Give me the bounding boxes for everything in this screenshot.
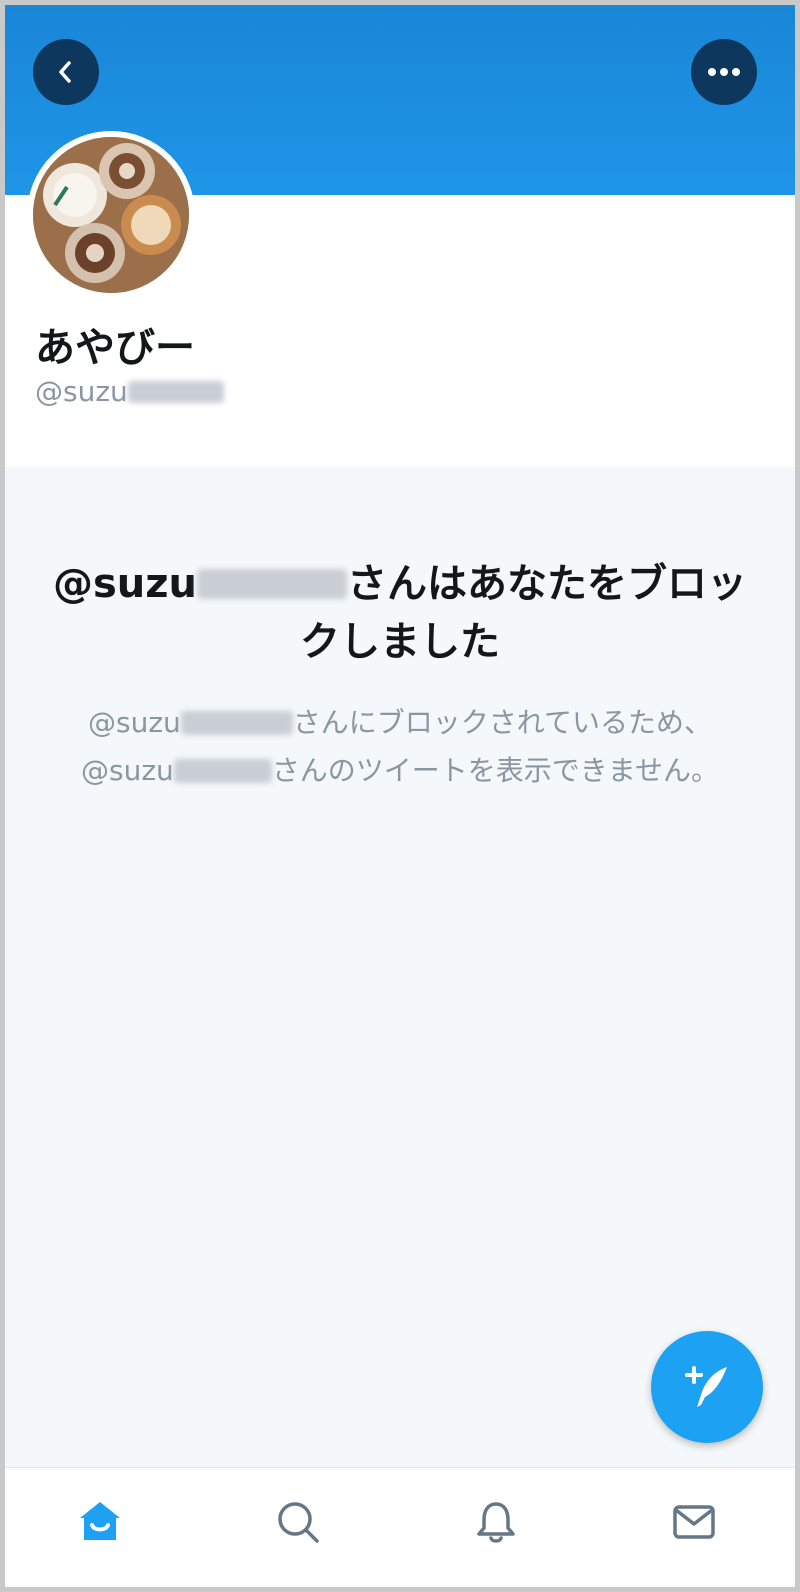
tab-messages[interactable] — [664, 1492, 724, 1552]
blocked-title-text: さんはあなたをブロックしました — [300, 561, 748, 665]
back-button[interactable] — [33, 39, 99, 105]
blocked-desc-handle-1: @suzu — [88, 706, 181, 739]
tab-notifications[interactable] — [466, 1492, 526, 1552]
blocked-title-handle: @suzu — [52, 561, 198, 607]
blocked-notice: @suzu さんはあなたをブロックしました @suzu さんにブロックされているため… — [5, 467, 795, 1467]
blocked-description: @suzu さんにブロックされているため、 @suzu さんのツイートを表示できません… — [65, 699, 735, 795]
compose-tweet-button[interactable] — [651, 1331, 763, 1443]
feather-plus-icon — [685, 1366, 727, 1407]
bottom-tab-bar — [5, 1467, 795, 1587]
ellipsis-icon — [708, 68, 740, 76]
chevron-left-icon — [59, 61, 71, 83]
handle: @suzu — [35, 375, 224, 408]
blocked-desc-text-2: さんのツイートを表示できません。 — [271, 754, 719, 787]
app-frame: あやびー @suzu @suzu さんはあなたをブロックしました @suzu さんに… — [0, 0, 800, 1592]
redacted-text — [127, 380, 224, 403]
display-name: あやびー — [35, 325, 195, 371]
blocked-desc-handle-2: @suzu — [81, 754, 174, 787]
redacted-text — [173, 759, 272, 783]
mail-icon — [673, 1505, 715, 1539]
home-icon — [80, 1502, 120, 1540]
redacted-text — [197, 569, 348, 599]
redacted-text — [180, 711, 293, 735]
handle-text: @suzu — [35, 375, 128, 408]
more-options-button[interactable] — [691, 39, 757, 105]
avatar[interactable] — [27, 131, 195, 299]
search-icon — [278, 1502, 319, 1543]
avatar-image — [33, 137, 189, 293]
blocked-desc-text-1: さんにブロックされているため、 — [292, 706, 712, 739]
blocked-title: @suzu さんはあなたをブロックしました — [45, 555, 755, 671]
tab-search[interactable] — [268, 1492, 328, 1552]
profile-header: あやびー @suzu — [5, 131, 795, 467]
tab-home[interactable] — [70, 1492, 130, 1552]
bell-icon — [477, 1502, 515, 1543]
